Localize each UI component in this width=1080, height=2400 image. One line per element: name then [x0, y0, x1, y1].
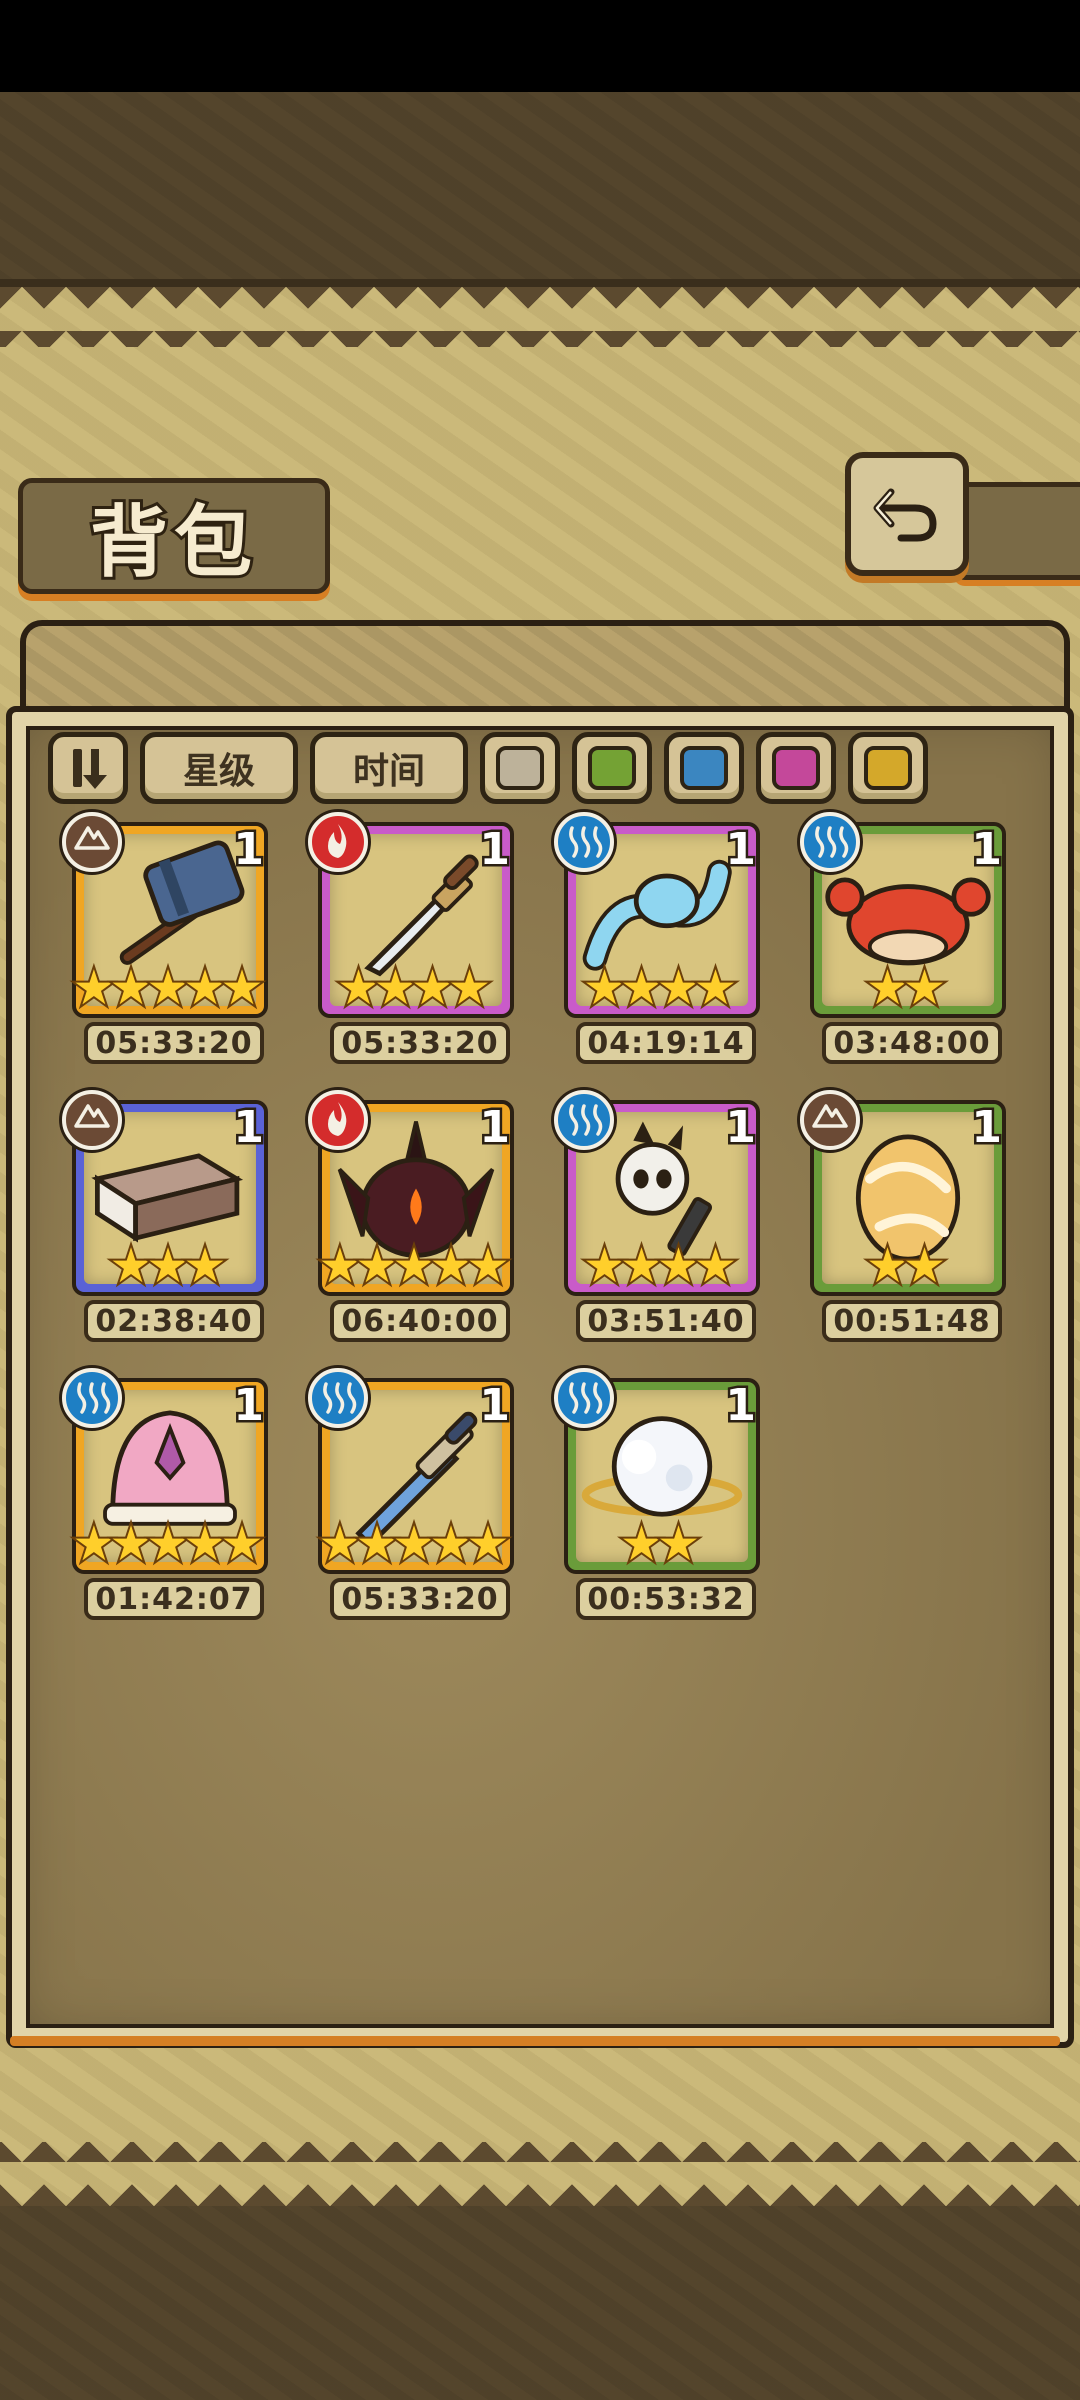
- star-rating: ★ ★ ★ ★ ★: [316, 1516, 512, 1572]
- water-element-icon: [62, 1368, 122, 1428]
- water-element-icon: [554, 1368, 614, 1428]
- item-grid: 1 ★ ★ ★ ★ ★ 05:33:20 1 ★ ★ ★ ★ 05:33:20 1 ★ ★ ★ ★ 04:19:14…: [0, 0, 1080, 2400]
- inventory-item-iron-hammer[interactable]: 1 ★ ★ ★ ★ ★ 05:33:20: [62, 812, 282, 1068]
- star-rating: ★ ★ ★ ★: [564, 960, 756, 1016]
- water-element-icon: [554, 812, 614, 872]
- item-count: 1: [723, 1100, 759, 1156]
- item-count: 1: [477, 1100, 513, 1156]
- star-icon: ★: [446, 960, 493, 1016]
- item-count: 1: [477, 1378, 513, 1434]
- item-timer: 01:42:07: [84, 1578, 264, 1620]
- item-count: 1: [231, 1100, 267, 1156]
- star-icon: ★: [219, 1516, 266, 1572]
- inventory-item-red-crab[interactable]: 1 ★ ★ 03:48:00: [800, 812, 1020, 1068]
- item-timer: 05:33:20: [84, 1022, 264, 1064]
- item-timer: 02:38:40: [84, 1300, 264, 1342]
- item-timer: 00:53:32: [576, 1578, 756, 1620]
- star-rating: ★ ★ ★: [72, 1238, 264, 1294]
- star-rating: ★ ★ ★ ★ ★: [316, 1238, 512, 1294]
- inventory-item-skull-puppet[interactable]: 1 ★ ★ ★ ★ 03:51:40: [554, 1090, 774, 1346]
- item-timer: 05:33:20: [330, 1578, 510, 1620]
- item-count: 1: [969, 822, 1005, 878]
- earth-element-icon: [62, 812, 122, 872]
- water-element-icon: [308, 1368, 368, 1428]
- water-element-icon: [800, 812, 860, 872]
- fire-element-icon: [308, 812, 368, 872]
- inventory-item-ice-sword[interactable]: 1 ★ ★ ★ ★ ★ 05:33:20: [308, 1368, 528, 1624]
- inventory-item-demon-helmet[interactable]: 1 ★ ★ ★ ★ ★ 06:40:00: [308, 1090, 528, 1346]
- star-icon: ★: [465, 1238, 512, 1294]
- earth-element-icon: [62, 1090, 122, 1150]
- item-count: 1: [231, 1378, 267, 1434]
- star-icon: ★: [692, 960, 739, 1016]
- item-timer: 05:33:20: [330, 1022, 510, 1064]
- inventory-item-spell-book[interactable]: 1 ★ ★ ★ 02:38:40: [62, 1090, 282, 1346]
- inventory-item-dagger[interactable]: 1 ★ ★ ★ ★ 05:33:20: [308, 812, 528, 1068]
- item-count: 1: [477, 822, 513, 878]
- star-icon: ★: [655, 1516, 702, 1572]
- inventory-item-golden-egg[interactable]: 1 ★ ★ 00:51:48: [800, 1090, 1020, 1346]
- inventory-item-water-serpent[interactable]: 1 ★ ★ ★ ★ 04:19:14: [554, 812, 774, 1068]
- item-count: 1: [969, 1100, 1005, 1156]
- star-icon: ★: [901, 1238, 948, 1294]
- water-element-icon: [554, 1090, 614, 1150]
- inventory-item-cloud-orb[interactable]: 1 ★ ★ 00:53:32: [554, 1368, 774, 1624]
- star-icon: ★: [465, 1516, 512, 1572]
- item-timer: 04:19:14: [576, 1022, 756, 1064]
- star-icon: ★: [182, 1238, 229, 1294]
- star-rating: ★ ★ ★ ★: [564, 1238, 756, 1294]
- inventory-item-pink-shell[interactable]: 1 ★ ★ ★ ★ ★ 01:42:07: [62, 1368, 282, 1624]
- star-icon: ★: [901, 960, 948, 1016]
- item-timer: 00:51:48: [822, 1300, 1002, 1342]
- item-timer: 03:48:00: [822, 1022, 1002, 1064]
- star-rating: ★ ★ ★ ★ ★: [70, 960, 266, 1016]
- item-count: 1: [231, 822, 267, 878]
- star-rating: ★ ★ ★ ★: [318, 960, 510, 1016]
- star-rating: ★ ★ ★ ★ ★: [70, 1516, 266, 1572]
- earth-element-icon: [800, 1090, 860, 1150]
- star-rating: ★ ★: [564, 1516, 756, 1572]
- item-timer: 03:51:40: [576, 1300, 756, 1342]
- star-icon: ★: [692, 1238, 739, 1294]
- item-timer: 06:40:00: [330, 1300, 510, 1342]
- fire-element-icon: [308, 1090, 368, 1150]
- item-count: 1: [723, 1378, 759, 1434]
- item-count: 1: [723, 822, 759, 878]
- star-rating: ★ ★: [810, 960, 1002, 1016]
- star-rating: ★ ★: [810, 1238, 1002, 1294]
- star-icon: ★: [219, 960, 266, 1016]
